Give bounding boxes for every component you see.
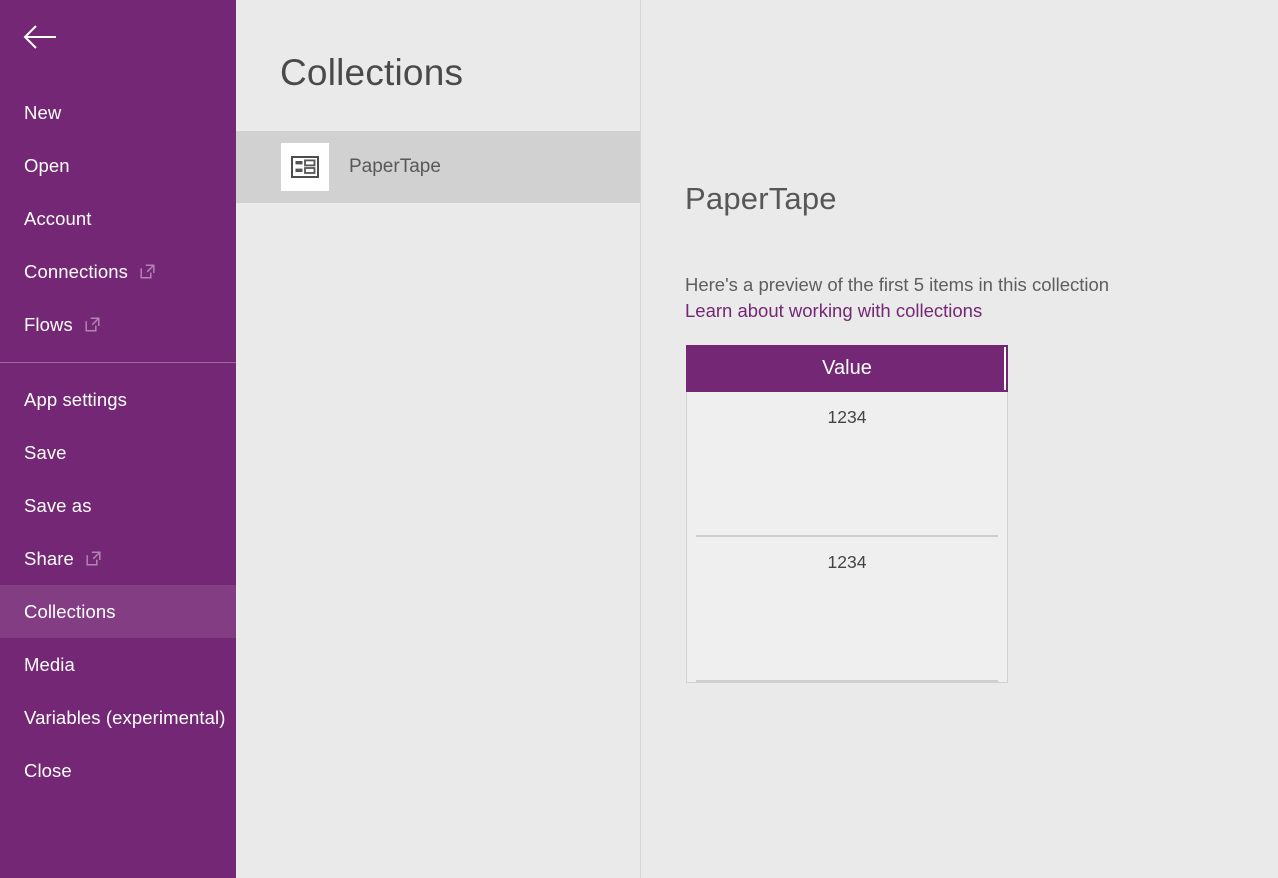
back-arrow-icon	[22, 24, 58, 50]
sidebar-item-variables[interactable]: Variables (experimental)	[0, 691, 236, 744]
sidebar-item-save[interactable]: Save	[0, 426, 236, 479]
collections-list-panel: Collections PaperTape	[236, 0, 641, 878]
sidebar: New Open Account Connections Flow	[0, 0, 236, 878]
sidebar-item-app-settings[interactable]: App settings	[0, 373, 236, 426]
back-button[interactable]	[0, 0, 78, 74]
sidebar-item-flows[interactable]: Flows	[0, 298, 236, 351]
sidebar-item-save-as[interactable]: Save as	[0, 479, 236, 532]
sidebar-item-label: Save as	[24, 495, 92, 517]
sidebar-item-label: New	[24, 102, 61, 124]
app-root: New Open Account Connections Flow	[0, 0, 1278, 878]
external-link-icon	[85, 317, 100, 332]
sidebar-item-label: Collections	[24, 601, 116, 623]
page-title: Collections	[280, 52, 463, 94]
table-row[interactable]: 1234	[687, 537, 1007, 682]
sidebar-item-account[interactable]: Account	[0, 192, 236, 245]
sidebar-item-label: Media	[24, 654, 75, 676]
sidebar-divider	[0, 362, 236, 363]
sidebar-item-connections[interactable]: Connections	[0, 245, 236, 298]
sidebar-item-media[interactable]: Media	[0, 638, 236, 691]
sidebar-item-label: Account	[24, 208, 92, 230]
sidebar-item-label: Share	[24, 548, 74, 570]
table-row[interactable]: 1234	[687, 392, 1007, 537]
table-cell-value: 1234	[687, 392, 1007, 428]
sidebar-item-label: App settings	[24, 389, 127, 411]
table-cell-value: 1234	[687, 537, 1007, 573]
table-header-row: Value	[686, 345, 1008, 392]
collection-preview-table: Value 1234 1234	[686, 346, 1008, 683]
list-item-label: PaperTape	[349, 156, 441, 178]
learn-about-collections-link[interactable]: Learn about working with collections	[685, 300, 982, 322]
sidebar-item-label: Close	[24, 760, 72, 782]
table-column-header-value[interactable]: Value	[686, 345, 1008, 392]
sidebar-item-label: Variables (experimental)	[24, 707, 226, 729]
sidebar-item-label: Open	[24, 155, 70, 177]
sidebar-item-label: Save	[24, 442, 67, 464]
sidebar-item-share[interactable]: Share	[0, 532, 236, 585]
collection-title: PaperTape	[685, 181, 837, 217]
sidebar-item-label: Connections	[24, 261, 128, 283]
preview-note: Here's a preview of the first 5 items in…	[685, 274, 1109, 296]
sidebar-item-new[interactable]: New	[0, 86, 236, 139]
list-item[interactable]: PaperTape	[236, 131, 640, 203]
sidebar-item-collections[interactable]: Collections	[0, 585, 236, 638]
sidebar-item-label: Flows	[24, 314, 73, 336]
sidebar-nav: New Open Account Connections Flow	[0, 86, 236, 797]
table-body: 1234 1234	[687, 392, 1007, 682]
sidebar-item-close[interactable]: Close	[0, 744, 236, 797]
external-link-icon	[86, 551, 101, 566]
collection-table-icon	[281, 143, 329, 191]
collection-detail-panel: PaperTape Here's a preview of the first …	[641, 0, 1278, 878]
external-link-icon	[140, 264, 155, 279]
collections-list: PaperTape	[236, 131, 640, 203]
sidebar-item-open[interactable]: Open	[0, 139, 236, 192]
